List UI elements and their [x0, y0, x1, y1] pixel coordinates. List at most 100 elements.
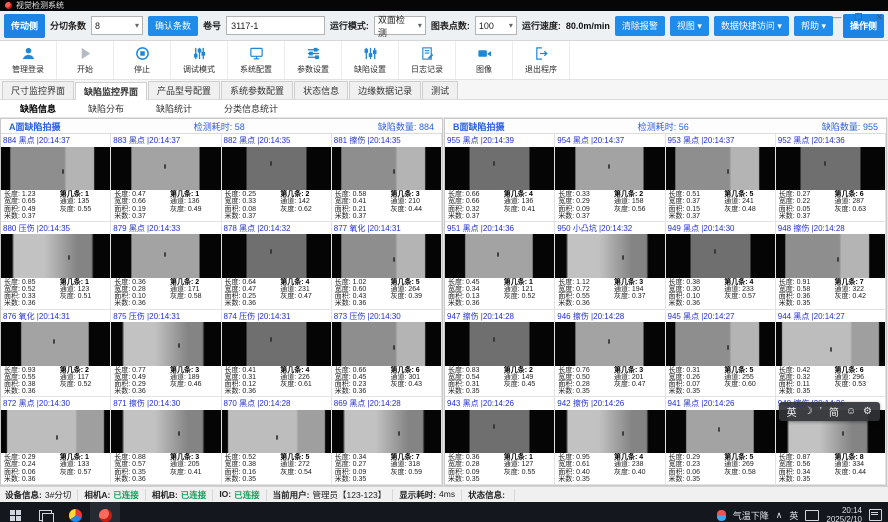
defect-image[interactable] — [555, 147, 664, 191]
toolbar-button-camera[interactable]: 图像 — [456, 41, 513, 79]
defect-cell[interactable]: 944 黑点 |20:14:27 长度: 0.42第几条: 6 宽度: 0.32… — [776, 310, 886, 398]
defect-image[interactable] — [1, 234, 110, 278]
defect-cell[interactable]: 876 氧化 |20:14:31 长度: 0.93第几条: 2 宽度: 0.55… — [1, 310, 111, 398]
toolbar-button-play[interactable]: 开始 — [57, 41, 114, 79]
defect-image[interactable] — [776, 234, 885, 278]
defect-cell[interactable]: 955 黑点 |20:14:39 长度: 0.66第几条: 4 宽度: 0.66… — [445, 134, 555, 222]
defect-cell[interactable]: 949 黑点 |20:14:30 长度: 0.38第几条: 4 宽度: 0.30… — [666, 222, 776, 310]
defect-cell[interactable]: 883 黑点 |20:14:37 长度: 0.47第几条: 1 宽度: 0.66… — [111, 134, 221, 222]
defect-cell[interactable]: 871 擦伤 |20:14:30 长度: 0.88第几条: 3 宽度: 0.57… — [111, 397, 221, 485]
defect-cell[interactable]: 879 黑点 |20:14:33 长度: 0.36第几条: 2 宽度: 0.28… — [111, 222, 221, 310]
defect-image[interactable] — [332, 234, 441, 278]
defect-cell[interactable]: 946 擦伤 |20:14:28 长度: 0.76第几条: 3 宽度: 0.50… — [555, 310, 665, 398]
defect-cell[interactable]: 941 黑点 |20:14:26 长度: 0.29第几条: 5 宽度: 0.23… — [666, 397, 776, 485]
defect-cell[interactable]: 881 擦伤 |20:14:35 长度: 0.58第几条: 3 宽度: 0.41… — [332, 134, 442, 222]
touch-keyboard-icon[interactable] — [805, 510, 819, 521]
toolbar-button-log[interactable]: 日志记录 — [399, 41, 456, 79]
main-tab-3[interactable]: 系统参数配置 — [221, 81, 293, 99]
ime-english-toggle[interactable]: 英 — [787, 404, 797, 419]
defect-image[interactable] — [111, 234, 220, 278]
defect-cell[interactable]: 874 压伤 |20:14:31 长度: 0.41第几条: 4 宽度: 0.31… — [222, 310, 332, 398]
defect-image[interactable] — [666, 147, 775, 191]
sub-tab-0[interactable]: 缺陷信息 — [4, 102, 72, 115]
defect-cell[interactable]: 884 黑点 |20:14:37 长度: 1.23第几条: 1 宽度: 0.65… — [1, 134, 111, 222]
defect-cell[interactable]: 953 黑点 |20:14:37 长度: 0.51第几条: 5 宽度: 0.37… — [666, 134, 776, 222]
view-menu-button[interactable]: 视图 ▾ — [670, 16, 709, 36]
taskbar-app-inspection[interactable] — [90, 502, 120, 522]
ime-language-bar[interactable]: 英 ☽ ’ 简 ☺ ⚙ — [779, 402, 880, 421]
main-tab-0[interactable]: 尺寸监控界面 — [2, 81, 74, 99]
main-tab-2[interactable]: 产品型号配置 — [148, 81, 220, 99]
defect-image[interactable] — [222, 234, 331, 278]
start-button[interactable] — [0, 502, 30, 522]
toolbar-button-monitor[interactable]: 系统配置 — [228, 41, 285, 79]
defect-image[interactable] — [776, 322, 885, 366]
defect-cell[interactable]: 942 擦伤 |20:14:26 长度: 0.95第几条: 4 宽度: 0.61… — [555, 397, 665, 485]
defect-cell[interactable]: 948 擦伤 |20:14:28 长度: 0.91第几条: 7 宽度: 0.58… — [776, 222, 886, 310]
defect-cell[interactable]: 870 黑点 |20:14:28 长度: 0.52第几条: 5 宽度: 0.38… — [222, 397, 332, 485]
defect-cell[interactable]: 875 压伤 |20:14:31 长度: 0.77第几条: 3 宽度: 0.49… — [111, 310, 221, 398]
defect-image[interactable] — [222, 410, 331, 454]
main-tab-5[interactable]: 边缘数据记录 — [349, 81, 421, 99]
defect-cell[interactable]: 869 黑点 |20:14:28 长度: 0.34第几条: 7 宽度: 0.27… — [332, 397, 442, 485]
ime-apostrophe-icon[interactable]: ’ — [820, 406, 822, 417]
defect-image[interactable] — [111, 322, 220, 366]
defect-image[interactable] — [222, 322, 331, 366]
defect-image[interactable] — [666, 410, 775, 454]
tray-expand-chevron[interactable]: ∧ — [776, 510, 783, 521]
defect-image[interactable] — [445, 322, 554, 366]
defect-cell[interactable]: 950 小凸坑 |20:14:32 长度: 1.12第几条: 3 宽度: 0.7… — [555, 222, 665, 310]
task-view-button[interactable] — [30, 502, 60, 522]
toolbar-button-stop[interactable]: 停止 — [114, 41, 171, 79]
defect-image[interactable] — [1, 410, 110, 454]
taskbar-app-browser[interactable] — [60, 502, 90, 522]
toolbar-button-exit[interactable]: 退出程序 — [513, 41, 570, 79]
tray-language-toggle[interactable]: 英 — [789, 509, 798, 522]
close-button[interactable]: ✕ — [875, 12, 883, 23]
data-quick-access-button[interactable]: 数据快捷访问 ▾ — [714, 16, 789, 36]
defect-image[interactable] — [555, 410, 664, 454]
defect-image[interactable] — [666, 322, 775, 366]
minimize-button[interactable]: — — [832, 12, 841, 23]
defect-image[interactable] — [332, 322, 441, 366]
defect-image[interactable] — [332, 410, 441, 454]
slit-count-select[interactable]: 8▾ — [91, 16, 143, 35]
defect-image[interactable] — [445, 147, 554, 191]
toolbar-button-tune[interactable]: 调试模式 — [171, 41, 228, 79]
defect-cell[interactable]: 943 黑点 |20:14:26 长度: 0.36第几条: 1 宽度: 0.28… — [445, 397, 555, 485]
main-tab-1[interactable]: 缺陷监控界面 — [75, 82, 147, 100]
toolbar-button-user[interactable]: 管理登录 — [0, 41, 57, 79]
maximize-button[interactable]: ❐ — [854, 12, 862, 23]
defect-cell[interactable]: 877 氧化 |20:14:31 长度: 1.02第几条: 5 宽度: 0.60… — [332, 222, 442, 310]
drive-side-button[interactable]: 传动侧 — [4, 14, 45, 38]
sub-tab-2[interactable]: 缺陷统计 — [140, 102, 208, 115]
defect-image[interactable] — [666, 234, 775, 278]
defect-cell[interactable]: 947 擦伤 |20:14:28 长度: 0.83第几条: 2 宽度: 0.54… — [445, 310, 555, 398]
defect-image[interactable] — [555, 234, 664, 278]
defect-image[interactable] — [1, 322, 110, 366]
ime-moon-icon[interactable]: ☽ — [804, 406, 813, 417]
clear-alarm-button[interactable]: 清除报警 — [615, 16, 665, 36]
help-menu-button[interactable]: 帮助 ▾ — [794, 16, 833, 36]
main-tab-6[interactable]: 测试 — [422, 81, 458, 99]
defect-cell[interactable]: 882 黑点 |20:14:35 长度: 0.25第几条: 2 宽度: 0.33… — [222, 134, 332, 222]
confirm-count-button[interactable]: 确认条数 — [148, 16, 198, 36]
defect-image[interactable] — [445, 234, 554, 278]
run-mode-select[interactable]: 双面检测▾ — [374, 16, 426, 35]
weather-text[interactable]: 气温下降 — [733, 509, 769, 522]
defect-image[interactable] — [111, 147, 220, 191]
defect-cell[interactable]: 945 黑点 |20:14:27 长度: 0.31第几条: 5 宽度: 0.26… — [666, 310, 776, 398]
ime-settings-icon[interactable]: ⚙ — [863, 406, 872, 417]
taskbar-clock[interactable]: 20:14 2025/2/10 — [826, 506, 862, 522]
weather-icon[interactable] — [717, 510, 726, 521]
toolbar-button-sliders[interactable]: 参数设置 — [285, 41, 342, 79]
toolbar-button-slidersv[interactable]: 缺陷设置 — [342, 41, 399, 79]
defect-image[interactable] — [332, 147, 441, 191]
sub-tab-1[interactable]: 缺陷分布 — [72, 102, 140, 115]
sub-tab-3[interactable]: 分类信息统计 — [208, 102, 294, 115]
defect-image[interactable] — [555, 322, 664, 366]
main-tab-4[interactable]: 状态信息 — [294, 81, 348, 99]
defect-cell[interactable]: 951 黑点 |20:14:36 长度: 0.45第几条: 1 宽度: 0.34… — [445, 222, 555, 310]
chart-points-select[interactable]: 100▾ — [475, 16, 517, 35]
notification-center-icon[interactable] — [869, 509, 882, 521]
